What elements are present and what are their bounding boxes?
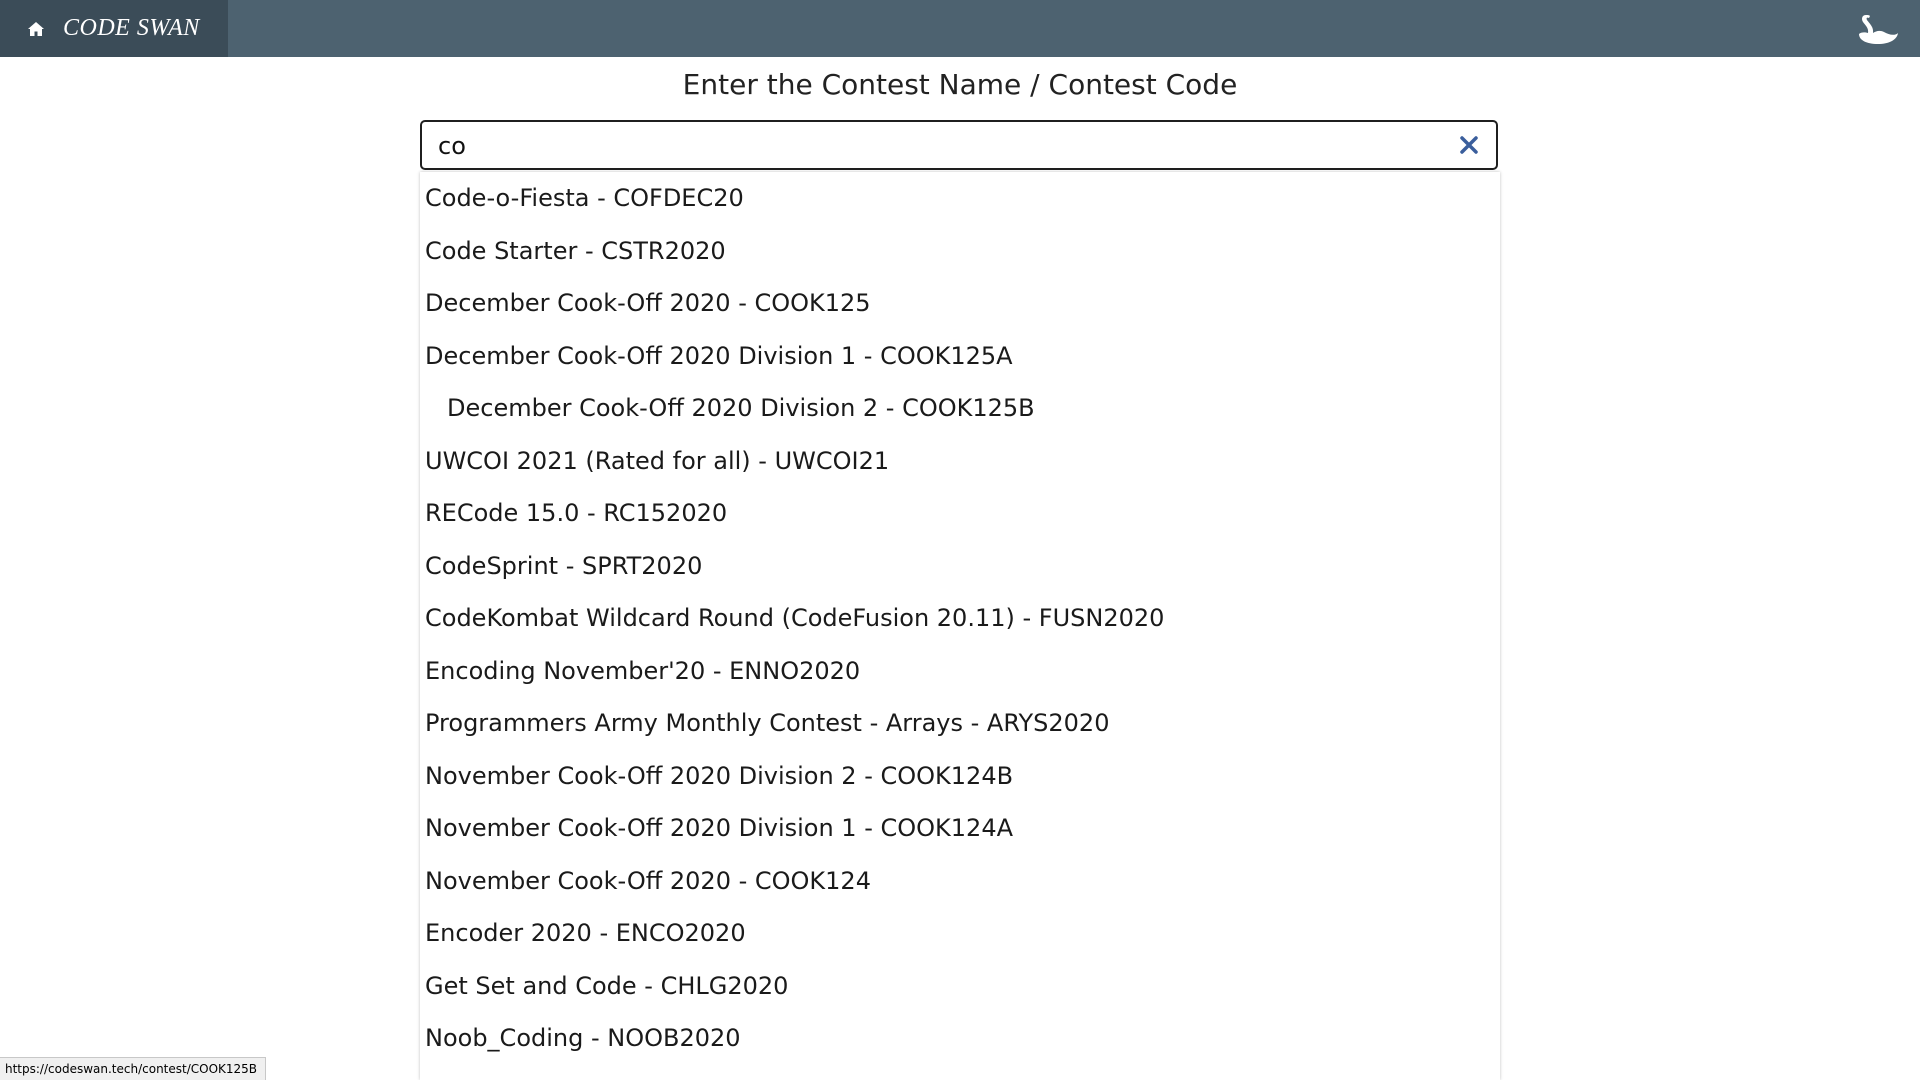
suggestion-item[interactable]: November Cook-Off 2020 - COOK124	[420, 855, 1500, 908]
page-title: Enter the Contest Name / Contest Code	[682, 68, 1238, 101]
suggestion-item[interactable]: RECode 15.0 - RC152020	[420, 487, 1500, 540]
status-bar-url: https://codeswan.tech/contest/COOK125B	[0, 1057, 267, 1080]
suggestion-item[interactable]: Get Set and Code - CHLG2020	[420, 960, 1500, 1013]
suggestion-item[interactable]: Programmers Army Monthly Contest - Array…	[420, 697, 1500, 750]
swan-icon[interactable]	[1856, 11, 1900, 47]
search-input[interactable]	[436, 122, 1440, 170]
search-suggestions-dropdown: Code-o-Fiesta - COFDEC20 Code Starter - …	[420, 172, 1500, 1080]
suggestion-item[interactable]: UWCOI 2021 (Rated for all) - UWCOI21	[420, 435, 1500, 488]
suggestion-item[interactable]: CodeKombat Wildcard Round (CodeFusion 20…	[420, 592, 1500, 645]
top-navbar: CODE SWAN	[0, 0, 1920, 57]
search-box	[420, 120, 1498, 170]
suggestion-item[interactable]: Noob_Coding - NOOB2020	[420, 1012, 1500, 1065]
brand-label: CODE SWAN	[63, 15, 200, 41]
suggestion-item[interactable]: November Cook-Off 2020 Division 1 - COOK…	[420, 802, 1500, 855]
suggestion-item[interactable]: Encoding November'20 - ENNO2020	[420, 645, 1500, 698]
suggestion-item[interactable]: CodeSprint - SPRT2020	[420, 540, 1500, 593]
suggestion-item[interactable]: Code Starter - CSTR2020	[420, 225, 1500, 278]
suggestion-item-hovered[interactable]: December Cook-Off 2020 Division 2 - COOK…	[420, 382, 1500, 435]
suggestion-item[interactable]: Code-o-Fiesta - COFDEC20	[420, 172, 1500, 225]
suggestion-item[interactable]: December Cook-Off 2020 Division 1 - COOK…	[420, 330, 1500, 383]
suggestion-item[interactable]: Encoder 2020 - ENCO2020	[420, 907, 1500, 960]
home-icon	[27, 21, 45, 37]
home-link[interactable]: CODE SWAN	[0, 0, 228, 57]
close-icon[interactable]	[1458, 134, 1480, 156]
suggestion-item[interactable]: December Cook-Off 2020 - COOK125	[420, 277, 1500, 330]
suggestion-item[interactable]: November Cook-Off 2020 Division 2 - COOK…	[420, 750, 1500, 803]
